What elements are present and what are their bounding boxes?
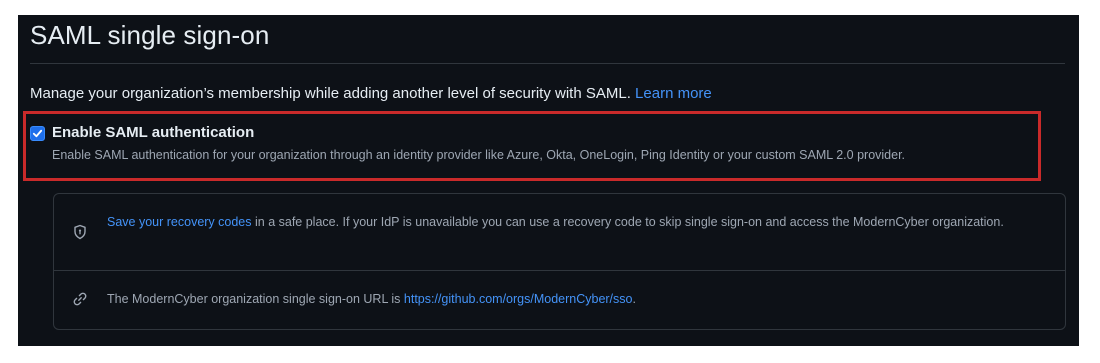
save-recovery-codes-link[interactable]: Save your recovery codes bbox=[107, 215, 252, 229]
sso-url-suffix: . bbox=[632, 292, 636, 306]
saml-info-box: Save your recovery codes in a safe place… bbox=[53, 193, 1066, 330]
page-title: SAML single sign-on bbox=[30, 20, 270, 50]
checkmark-icon bbox=[32, 129, 43, 138]
learn-more-link[interactable]: Learn more bbox=[635, 85, 712, 102]
recovery-codes-message: in a safe place. If your IdP is unavaila… bbox=[251, 215, 1004, 229]
sso-url-prefix: The ModernCyber organization single sign… bbox=[107, 292, 404, 306]
section-description: Manage your organization’s membership wh… bbox=[30, 85, 712, 102]
description-text: Manage your organization’s membership wh… bbox=[30, 85, 631, 102]
link-icon bbox=[73, 292, 87, 306]
enable-saml-label[interactable]: Enable SAML authentication bbox=[52, 124, 254, 141]
highlight-annotation bbox=[23, 111, 1041, 181]
enable-saml-checkbox[interactable] bbox=[30, 126, 45, 141]
recovery-codes-text: Save your recovery codes in a safe place… bbox=[107, 212, 1045, 232]
sso-url-link[interactable]: https://github.com/orgs/ModernCyber/sso bbox=[404, 292, 633, 306]
row-divider bbox=[54, 270, 1065, 271]
enable-saml-note: Enable SAML authentication for your orga… bbox=[52, 148, 906, 162]
saml-settings-panel: SAML single sign-on Manage your organiza… bbox=[18, 15, 1079, 346]
sso-url-text: The ModernCyber organization single sign… bbox=[107, 289, 1045, 309]
title-divider bbox=[30, 63, 1065, 64]
shield-icon bbox=[74, 224, 86, 240]
